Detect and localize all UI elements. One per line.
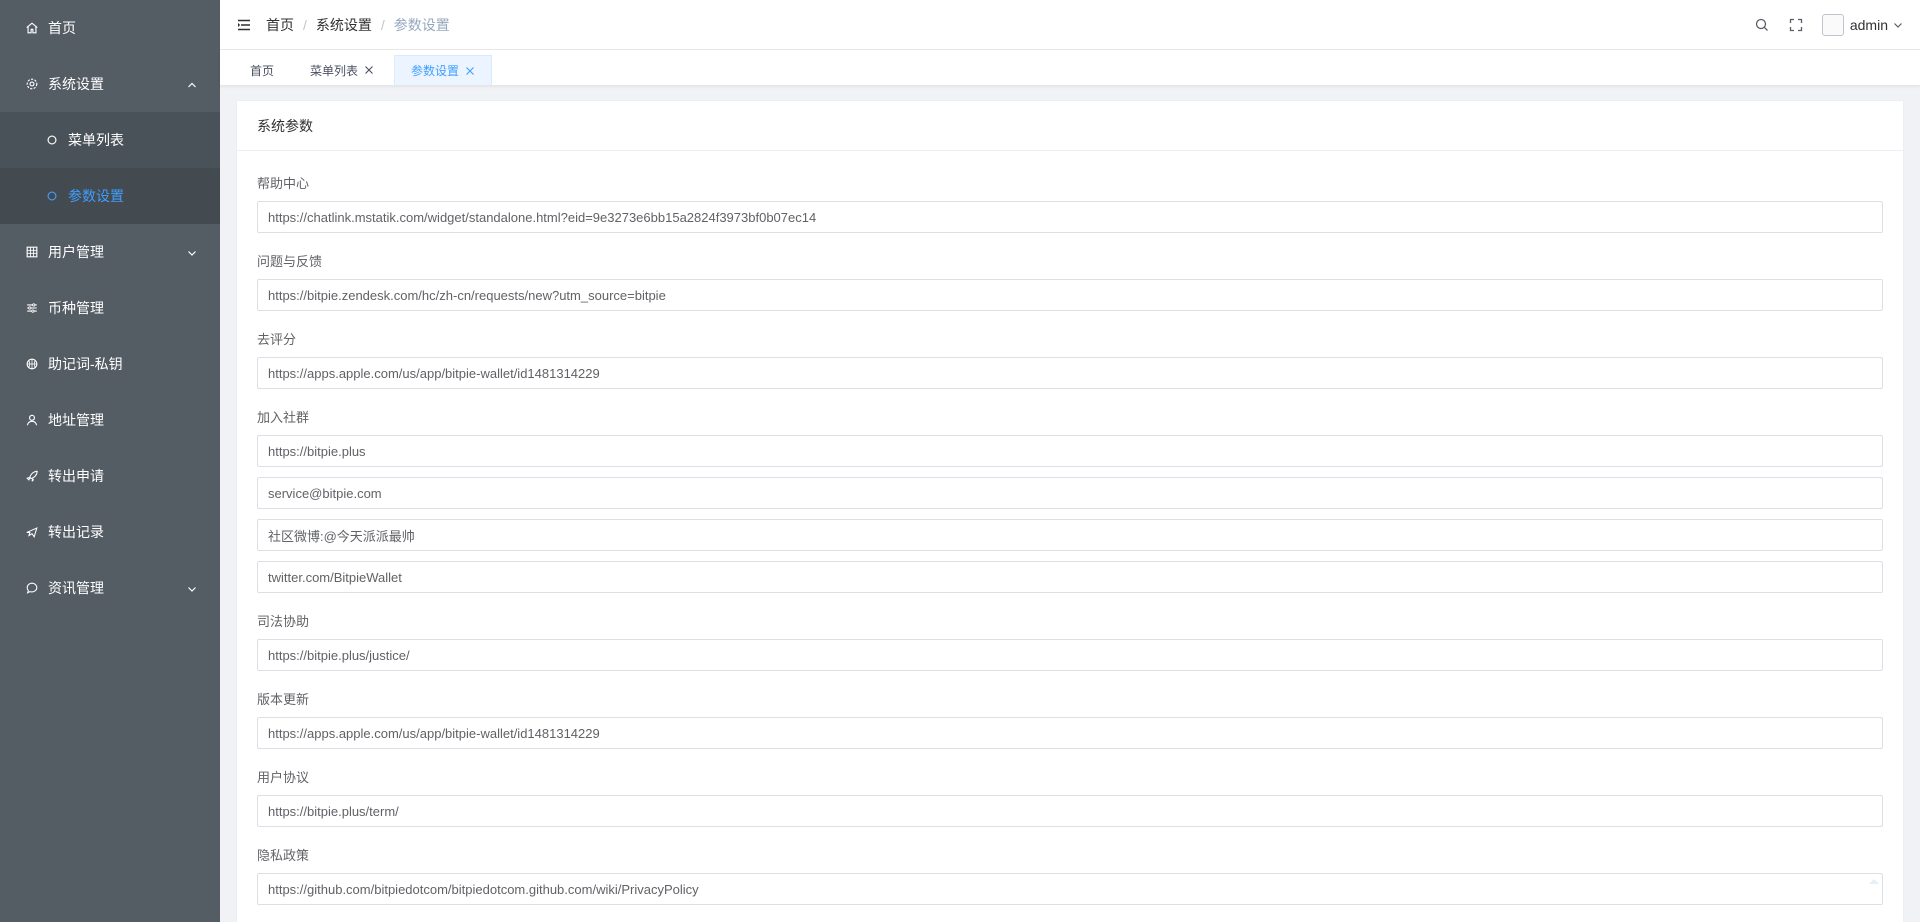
sidebar-item-mnemonic-key[interactable]: 助记词-私钥 xyxy=(0,336,220,392)
chevron-down-icon xyxy=(1892,19,1904,31)
sidebar-item-home[interactable]: 首页 xyxy=(0,0,220,56)
justice-input[interactable] xyxy=(257,639,1883,671)
sidebar-item-label: 参数设置 xyxy=(68,188,124,204)
sidebar-item-label: 转出记录 xyxy=(48,524,104,540)
fullscreen-icon[interactable] xyxy=(1788,17,1804,33)
user-dropdown[interactable]: admin xyxy=(1821,14,1904,36)
username: admin xyxy=(1849,17,1888,33)
sidebar-item-label: 转出申请 xyxy=(48,468,104,484)
hamburger-icon[interactable] xyxy=(236,17,252,33)
system-settings-submenu: 菜单列表 参数设置 xyxy=(0,112,220,224)
navbar: 首页 / 系统设置 / 参数设置 admin xyxy=(220,0,1920,50)
close-icon[interactable] xyxy=(364,65,374,75)
sidebar-item-address-management[interactable]: 地址管理 xyxy=(0,392,220,448)
search-icon[interactable] xyxy=(1754,17,1770,33)
help-center-input[interactable] xyxy=(257,201,1883,233)
privacy-policy-input[interactable] xyxy=(257,873,1883,905)
sidebar: 首页 系统设置 菜单列表 参数设置 用户管理 币种管理 助记词-私钥 地址管理 … xyxy=(0,0,220,922)
card-header: 系统参数 xyxy=(237,101,1903,151)
navbar-right: admin xyxy=(1754,0,1920,50)
feedback-input[interactable] xyxy=(257,279,1883,311)
back-to-top-icon[interactable] xyxy=(1868,872,1880,884)
breadcrumb-separator: / xyxy=(380,16,385,33)
field-label-community: 加入社群 xyxy=(257,410,310,425)
breadcrumb-separator: / xyxy=(303,16,307,33)
chevron-up-icon xyxy=(186,78,198,90)
circle-icon xyxy=(44,132,60,148)
sidebar-item-user-management[interactable]: 用户管理 xyxy=(0,224,220,280)
basketball-icon xyxy=(24,356,40,372)
parameters-card: 系统参数 帮助中心 问题与反馈 去评分 加入社群 司法协助 版本更新 用户协议 … xyxy=(236,100,1904,922)
breadcrumb-system-settings[interactable]: 系统设置 xyxy=(316,15,372,35)
rate-input[interactable] xyxy=(257,357,1883,389)
card-body: 帮助中心 问题与反馈 去评分 加入社群 司法协助 版本更新 用户协议 隐私政策 xyxy=(237,151,1903,915)
home-icon xyxy=(24,20,40,36)
sidebar-item-parameter-settings[interactable]: 参数设置 xyxy=(0,168,220,224)
field-label-help-center: 帮助中心 xyxy=(257,176,310,191)
user-agreement-input[interactable] xyxy=(257,795,1883,827)
field-label-version-update: 版本更新 xyxy=(257,692,310,707)
chevron-down-icon xyxy=(186,582,198,594)
tab-menu-list[interactable]: 菜单列表 xyxy=(294,55,390,85)
field-label-privacy-policy: 隐私政策 xyxy=(257,848,310,863)
chevron-down-icon xyxy=(186,246,198,258)
sidebar-item-label: 系统设置 xyxy=(48,76,104,92)
sidebar-item-label: 菜单列表 xyxy=(68,132,124,148)
card-title: 系统参数 xyxy=(257,117,313,134)
avatar xyxy=(1821,14,1844,36)
sidebar-item-withdraw-records[interactable]: 转出记录 xyxy=(0,504,220,560)
user-icon xyxy=(24,412,40,428)
community-email-input[interactable] xyxy=(257,477,1883,509)
community-twitter-input[interactable] xyxy=(257,561,1883,593)
sliders-icon xyxy=(24,300,40,316)
close-icon[interactable] xyxy=(465,66,475,76)
breadcrumb-current: 参数设置 xyxy=(393,16,450,33)
field-label-rate: 去评分 xyxy=(257,332,297,347)
tab-label: 首页 xyxy=(250,63,275,78)
sidebar-item-currency-management[interactable]: 币种管理 xyxy=(0,280,220,336)
community-website-input[interactable] xyxy=(257,435,1883,467)
version-update-input[interactable] xyxy=(257,717,1883,749)
circle-icon xyxy=(44,188,60,204)
table-icon xyxy=(24,244,40,260)
sidebar-item-label: 币种管理 xyxy=(48,300,104,316)
sidebar-item-label: 地址管理 xyxy=(48,412,104,428)
sidebar-item-label: 资讯管理 xyxy=(48,580,104,596)
sidebar-item-label: 用户管理 xyxy=(48,244,104,260)
sidebar-item-withdraw-request[interactable]: 转出申请 xyxy=(0,448,220,504)
rocket-icon xyxy=(24,468,40,484)
tab-label: 菜单列表 xyxy=(310,63,359,78)
sidebar-item-system-settings[interactable]: 系统设置 xyxy=(0,56,220,112)
sidebar-item-label: 助记词-私钥 xyxy=(48,356,123,372)
breadcrumb-home[interactable]: 首页 xyxy=(266,15,294,35)
tags-view: 首页 菜单列表 参数设置 xyxy=(220,50,1920,86)
chat-icon xyxy=(24,580,40,596)
main-area: 首页 / 系统设置 / 参数设置 admin 首页 菜单列表 参数设置 系统参数… xyxy=(220,0,1920,922)
field-label-user-agreement: 用户协议 xyxy=(257,770,310,785)
sidebar-item-news-management[interactable]: 资讯管理 xyxy=(0,560,220,616)
sidebar-item-menu-list[interactable]: 菜单列表 xyxy=(0,112,220,168)
tab-home[interactable]: 首页 xyxy=(234,55,290,85)
field-label-justice: 司法协助 xyxy=(257,614,310,629)
sidebar-item-label: 首页 xyxy=(48,20,76,36)
gear-icon xyxy=(24,76,40,92)
community-weibo-input[interactable] xyxy=(257,519,1883,551)
tab-label: 参数设置 xyxy=(411,64,460,78)
field-label-feedback: 问题与反馈 xyxy=(257,254,323,269)
airplane-icon xyxy=(24,524,40,540)
breadcrumb: 首页 / 系统设置 / 参数设置 xyxy=(266,15,450,35)
tab-parameter-settings[interactable]: 参数设置 xyxy=(394,55,493,85)
